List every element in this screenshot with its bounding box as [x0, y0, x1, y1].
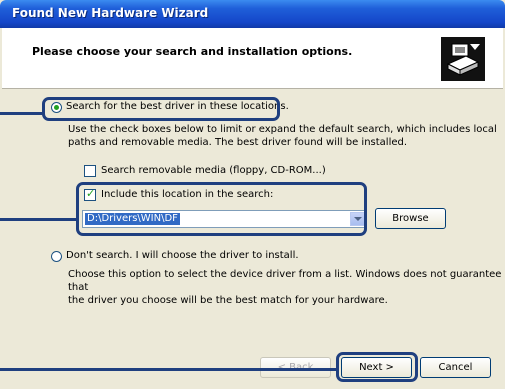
search-best-callout-line: [0, 112, 44, 115]
location-callout-line: [0, 218, 78, 221]
next-highlight: [336, 352, 418, 382]
wizard-header: Please choose your search and installati…: [2, 28, 503, 89]
wizard-window: Found New Hardware Wizard Please choose …: [0, 0, 505, 389]
next-callout-line: [0, 368, 338, 371]
removable-media-checkbox[interactable]: [84, 165, 96, 177]
page-heading: Please choose your search and installati…: [32, 45, 353, 58]
dont-search-radio[interactable]: [51, 251, 62, 262]
location-highlight: [76, 182, 367, 236]
removable-media-label[interactable]: Search removable media (floppy, CD-ROM..…: [101, 165, 326, 176]
search-description: Use the check boxes below to limit or ex…: [68, 124, 497, 148]
hardware-wizard-icon: [441, 37, 485, 81]
title-bar[interactable]: Found New Hardware Wizard: [0, 0, 505, 28]
search-best-highlight: [42, 97, 280, 121]
window-title: Found New Hardware Wizard: [12, 6, 209, 20]
browse-button[interactable]: Browse: [375, 208, 446, 229]
dont-search-description: Choose this option to select the device …: [68, 269, 502, 306]
dont-search-label[interactable]: Don't search. I will choose the driver t…: [66, 250, 299, 261]
cancel-button[interactable]: Cancel: [420, 357, 491, 378]
